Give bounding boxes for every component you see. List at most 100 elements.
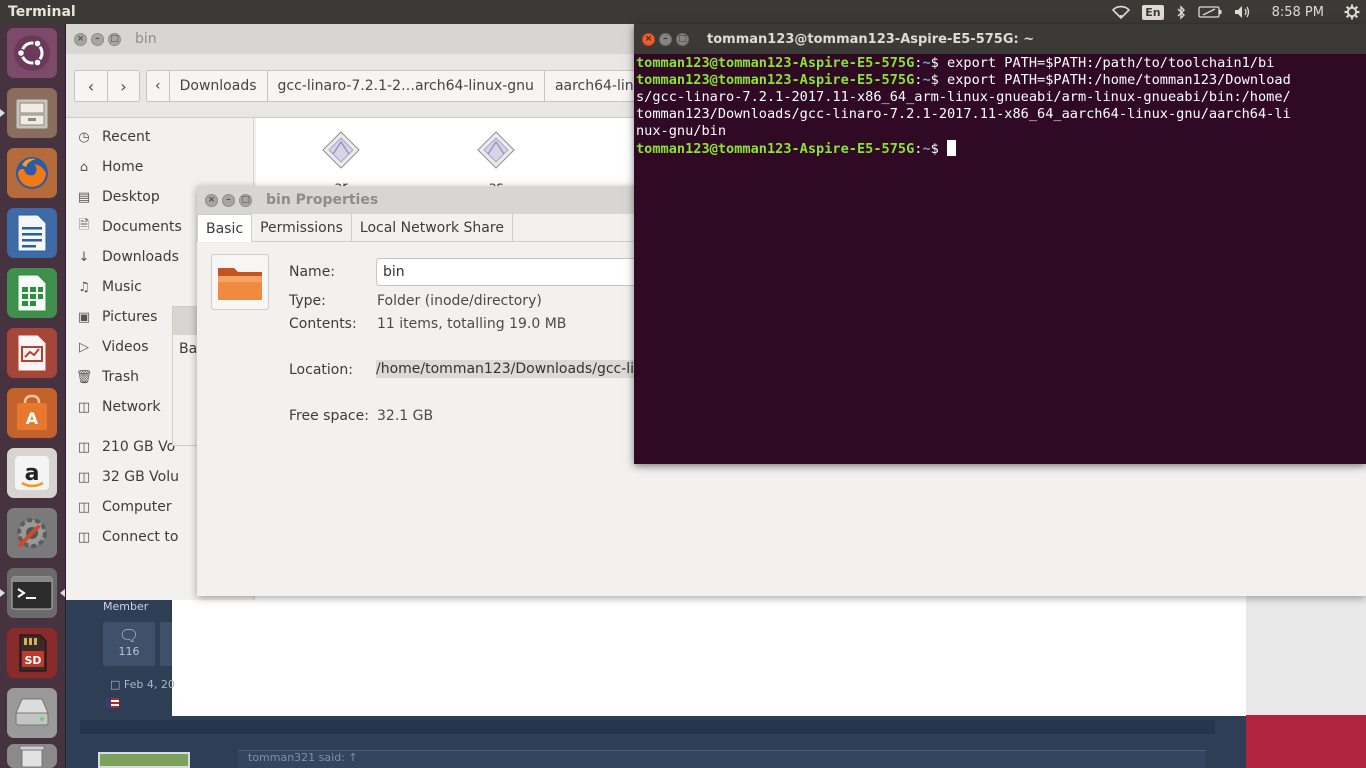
sidebar-item-label: Music	[102, 279, 142, 295]
trash-can-icon	[19, 745, 45, 767]
wifi-icon[interactable]	[1106, 0, 1136, 24]
files-toolbar: ‹ › ‹ Downloads gcc-linaro-7.2.1-2…arch6…	[66, 54, 646, 118]
terminal-launcher-button[interactable]	[0, 568, 65, 618]
properties-window-title: bin Properties	[266, 192, 379, 208]
amazon-launcher-button[interactable]: a	[7, 448, 57, 498]
files-launcher-button[interactable]	[0, 88, 57, 138]
post-avatar[interactable]	[98, 752, 190, 768]
files-window-title: bin	[135, 31, 157, 47]
home-icon: ⌂	[79, 159, 89, 175]
post-author: tomman321 said: ↑	[248, 751, 358, 764]
system-settings-launcher-button[interactable]	[7, 508, 57, 558]
drive-icon: ◫	[77, 439, 91, 455]
prompt-user: tomman123@tomman123-Aspire-E5-575G	[636, 55, 915, 71]
documents-icon: 🗎	[78, 218, 90, 233]
music-icon: ♫	[78, 279, 90, 295]
sidebar-item-label: Documents	[102, 219, 182, 235]
command-text: export PATH=$PATH:/path/to/toolchain1/bi	[947, 55, 1275, 71]
battery-icon[interactable]	[1192, 0, 1228, 24]
amazon-icon: a	[15, 456, 49, 490]
forward-button[interactable]: ›	[107, 71, 139, 101]
trash-launcher-button[interactable]	[7, 744, 57, 768]
sidebar-item-label: Network	[102, 399, 161, 415]
executable-icon	[477, 131, 515, 169]
volume-icon[interactable]	[1228, 0, 1258, 24]
connect-icon: ◫	[77, 529, 91, 545]
sd-card-icon: SD	[19, 634, 47, 672]
sidebar-item-label: Videos	[102, 339, 149, 355]
prompt-user: tomman123@tomman123-Aspire-E5-575G	[636, 141, 915, 157]
message-count: 116	[118, 645, 140, 658]
maximize-icon[interactable]: □	[239, 193, 252, 207]
calc-launcher-button[interactable]	[7, 268, 57, 318]
minimize-icon[interactable]: –	[659, 32, 672, 46]
name-field[interactable]	[376, 258, 656, 286]
close-icon[interactable]: ×	[205, 193, 218, 207]
chevron-left-icon: ‹	[87, 76, 95, 96]
disk-launcher-button[interactable]	[7, 688, 57, 738]
tab-basic[interactable]: Basic	[197, 214, 253, 242]
sidebar-item-recent[interactable]: ◷ Recent	[66, 122, 253, 152]
folder-icon	[218, 268, 262, 300]
terminal-line: tomman123@tomman123-Aspire-E5-575G:~$ ex…	[636, 55, 1364, 72]
type-value: Folder (inode/directory)	[377, 293, 542, 309]
name-label: Name:	[289, 264, 336, 280]
impress-launcher-button[interactable]	[7, 328, 57, 378]
folder-icon-button[interactable]	[211, 254, 269, 310]
close-icon[interactable]: ×	[74, 32, 87, 46]
tab-permissions[interactable]: Permissions	[252, 214, 352, 242]
shopping-bag-icon: A	[17, 394, 47, 430]
breadcrumb-scroll-left[interactable]: ‹	[147, 71, 170, 101]
bluetooth-icon[interactable]	[1170, 0, 1192, 24]
location-label: Location:	[289, 362, 353, 378]
terminal-titlebar[interactable]: × – □ tomman123@tomman123-Aspire-E5-575G…	[634, 24, 1366, 54]
speech-bubble-icon: 🗨	[118, 626, 140, 645]
minimize-icon[interactable]: –	[222, 193, 235, 207]
ubuntu-dash-button[interactable]	[7, 28, 57, 78]
sidebar-item-label: 32 GB Volu	[102, 469, 179, 485]
sd-card-launcher-button[interactable]: SD	[7, 628, 57, 678]
files-titlebar[interactable]: × – □ bin	[66, 24, 646, 54]
presentation-impress-icon	[17, 334, 47, 372]
terminal-line: tomman123@tomman123-Aspire-E5-575G:~$ ex…	[636, 72, 1364, 89]
clock[interactable]: 8:58 PM	[1258, 0, 1338, 24]
minimize-icon[interactable]: –	[91, 32, 104, 46]
breadcrumb-gcc-linaro[interactable]: gcc-linaro-7.2.1-2…arch64-linux-gnu	[268, 71, 545, 101]
maximize-icon[interactable]: □	[108, 32, 121, 46]
stat-box-secondary	[160, 622, 172, 666]
sidebar-item-home[interactable]: ⌂ Home	[66, 152, 253, 182]
breadcrumb-aarch64[interactable]: aarch64-linux	[545, 71, 645, 101]
sidebar-item-label: Recent	[102, 129, 151, 145]
sidebar-item-label: Connect to	[102, 529, 179, 545]
terminal-window-title: tomman123@tomman123-Aspire-E5-575G: ~	[707, 31, 1035, 47]
close-icon[interactable]: ×	[642, 32, 655, 46]
terminal-window: × – □ tomman123@tomman123-Aspire-E5-575G…	[634, 24, 1366, 464]
prompt-user: tomman123@tomman123-Aspire-E5-575G	[636, 72, 915, 88]
chevron-left-icon: ‹	[155, 78, 161, 94]
spreadsheet-calc-icon	[17, 274, 47, 312]
background-page-ad	[1246, 715, 1366, 768]
sidebar-item-label: Trash	[102, 369, 139, 385]
back-button[interactable]: ‹	[75, 71, 107, 101]
computer-icon: ◫	[77, 499, 91, 515]
location-value[interactable]: /home/tomman123/Downloads/gcc-li	[376, 360, 636, 378]
sidebar-item-label: Computer	[102, 499, 172, 515]
tab-local-network-share[interactable]: Local Network Share	[352, 214, 513, 242]
background-page-strip	[80, 720, 1215, 734]
prompt-end: $	[930, 141, 948, 157]
trash-icon: 🗑	[75, 369, 93, 385]
file-cabinet-icon	[15, 98, 49, 130]
keyboard-layout-indicator[interactable]: En	[1136, 0, 1169, 24]
firefox-launcher-button[interactable]	[7, 148, 57, 198]
writer-launcher-button[interactable]	[7, 208, 57, 258]
videos-icon: ▷	[79, 339, 89, 355]
breadcrumb-downloads[interactable]: Downloads	[170, 71, 268, 101]
desktop-icon: ▤	[77, 189, 91, 205]
session-gear-icon[interactable]	[1338, 0, 1366, 24]
sidebar-item-label: Home	[102, 159, 144, 175]
terminal-output[interactable]: tomman123@tomman123-Aspire-E5-575G:~$ ex…	[634, 54, 1366, 464]
software-center-launcher-button[interactable]: A	[7, 388, 57, 438]
maximize-icon[interactable]: □	[676, 32, 689, 46]
terminal-line: tomman123@tomman123-Aspire-E5-575G:~$	[636, 140, 1364, 158]
message-count-box[interactable]: 🗨 116	[103, 622, 155, 666]
